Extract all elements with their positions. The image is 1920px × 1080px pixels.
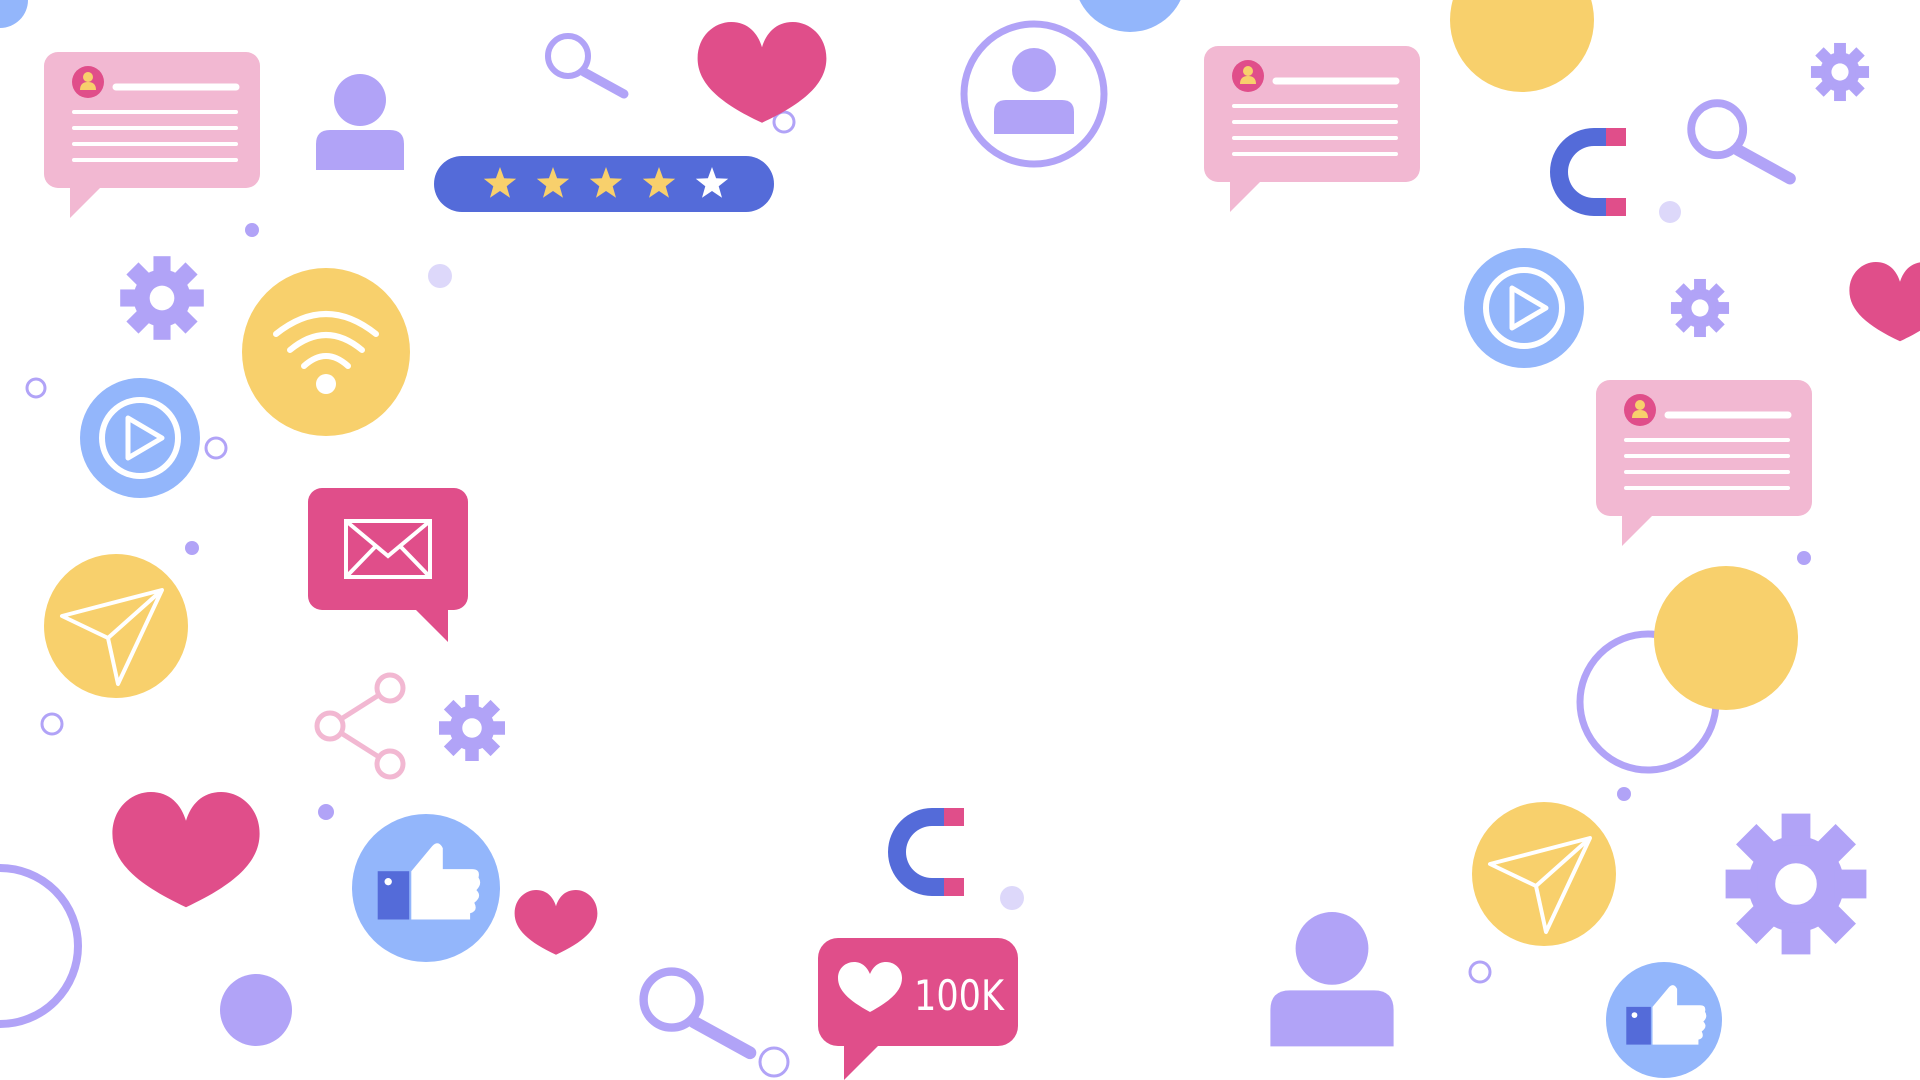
comment-bubble-icon bbox=[44, 52, 260, 218]
like-counter-icon: 100K bbox=[818, 938, 1018, 1080]
magnifier-icon bbox=[644, 972, 750, 1053]
wifi-icon bbox=[242, 268, 410, 436]
heart-icon bbox=[697, 22, 827, 123]
comment-bubble-icon bbox=[1596, 380, 1812, 546]
magnifier-icon bbox=[1691, 103, 1790, 178]
paper-plane-icon bbox=[1470, 800, 1618, 948]
gear-icon bbox=[1725, 813, 1867, 955]
mail-bubble-icon bbox=[308, 488, 468, 642]
gear-icon bbox=[1670, 278, 1730, 338]
decorative-rings bbox=[0, 110, 1720, 1078]
magnet-icon bbox=[1550, 128, 1626, 216]
thumbs-up-icon bbox=[1606, 962, 1722, 1078]
user-icon bbox=[316, 74, 404, 170]
magnet-icon bbox=[888, 808, 964, 896]
profile-avatar-icon bbox=[960, 20, 1108, 168]
play-button-icon bbox=[1464, 248, 1584, 368]
play-button-icon bbox=[80, 378, 200, 498]
gear-icon bbox=[1810, 42, 1870, 102]
paper-plane-icon bbox=[42, 552, 190, 700]
heart-icon bbox=[514, 890, 598, 955]
heart-icon bbox=[1849, 262, 1920, 342]
magnifier-icon bbox=[548, 36, 624, 94]
social-media-icon-pattern: 100K bbox=[0, 0, 1920, 1080]
share-icon bbox=[314, 672, 406, 780]
user-icon bbox=[1270, 912, 1394, 1047]
star-rating-icon bbox=[434, 156, 774, 212]
like-counter-label: 100K bbox=[914, 971, 1005, 1020]
gear-icon bbox=[439, 695, 505, 761]
heart-icon bbox=[112, 792, 260, 908]
comment-bubble-icon bbox=[1204, 46, 1420, 212]
gear-icon bbox=[120, 256, 204, 340]
thumbs-up-icon bbox=[352, 814, 500, 962]
